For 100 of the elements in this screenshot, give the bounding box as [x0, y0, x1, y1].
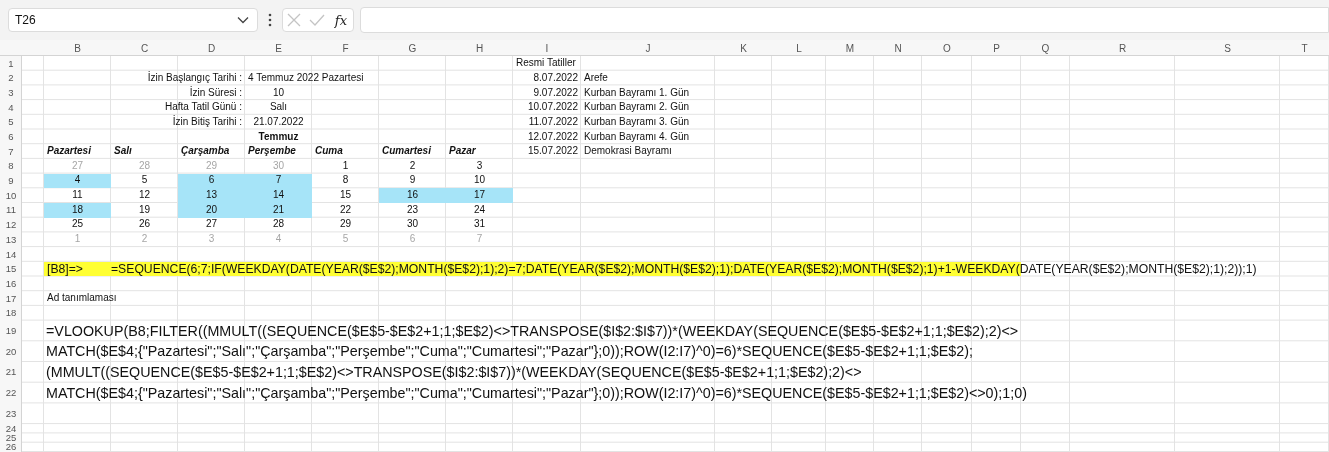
row-header[interactable]: 5	[8, 117, 14, 127]
row-header[interactable]: 20	[5, 346, 17, 357]
field-label: İzin Başlangıç Tarihi :	[147, 73, 242, 84]
column-header[interactable]: N	[894, 42, 902, 54]
row-header[interactable]: 24	[5, 423, 17, 434]
holiday-date: 8.07.2022	[533, 73, 578, 84]
row-header[interactable]: 21	[5, 367, 17, 377]
holiday-name: Kurban Bayramı 1. Gün	[584, 87, 690, 98]
row-header[interactable]: 17	[5, 293, 17, 304]
row-header[interactable]: 11	[6, 205, 16, 215]
holiday-date: 15.07.2022	[527, 146, 578, 157]
row-header[interactable]: 18	[5, 308, 17, 318]
row-header[interactable]: 14	[5, 249, 17, 260]
column-header[interactable]: M	[845, 42, 855, 54]
column-header[interactable]: S	[1224, 42, 1231, 54]
row-header[interactable]: 19	[5, 325, 17, 336]
insert-function-button[interactable]: fx	[332, 12, 349, 28]
calendar-day: 22	[312, 202, 379, 218]
calendar-day: 8	[312, 173, 379, 189]
column-header[interactable]: D	[207, 42, 216, 54]
calendar-day: 30	[379, 217, 446, 233]
calendar-day: 3	[446, 158, 513, 174]
calendar-day: 4	[245, 232, 312, 247]
calendar-day: 7	[446, 232, 513, 247]
row-header[interactable]: 2	[8, 73, 14, 83]
calendar-day: 17	[446, 188, 513, 203]
calendar-day: 5	[312, 232, 379, 247]
weekday-header: Cuma	[314, 146, 343, 157]
row-header[interactable]: 25	[5, 433, 17, 443]
column-header[interactable]: F	[342, 42, 349, 54]
check-icon[interactable]	[308, 14, 325, 26]
row-header[interactable]: 13	[5, 234, 17, 245]
field-value: 21.07.2022	[253, 117, 304, 128]
row-header[interactable]: 10	[5, 190, 17, 201]
row-header[interactable]: 16	[5, 278, 17, 289]
chevron-down-icon	[237, 16, 249, 24]
column-header[interactable]: T	[1301, 42, 1308, 54]
row-header[interactable]: 9	[8, 176, 14, 186]
column-header[interactable]: C	[140, 42, 149, 54]
field-label: İzin Süresi :	[189, 87, 242, 98]
holidays-title: Resmi Tatiller	[516, 58, 576, 69]
row-header[interactable]: 23	[5, 408, 17, 419]
column-header[interactable]: I	[545, 42, 549, 54]
row-header[interactable]: 8	[8, 161, 14, 171]
field-value: 10	[272, 87, 285, 98]
column-header[interactable]: P	[993, 42, 1000, 54]
row-header[interactable]: 22	[5, 388, 17, 398]
column-header[interactable]: R	[1118, 42, 1127, 54]
name-box[interactable]: T26	[8, 8, 258, 32]
row-header[interactable]: 7	[8, 146, 14, 157]
row-header[interactable]: 4	[8, 102, 14, 113]
weekday-header: Pazar	[448, 146, 476, 157]
row-header[interactable]: 26	[5, 442, 17, 452]
calendar-day: 28	[245, 217, 312, 233]
column-header[interactable]: K	[740, 42, 747, 54]
row-header[interactable]: 12	[5, 220, 17, 230]
field-value: Salı	[269, 102, 288, 113]
calendar-day: 15	[312, 188, 379, 203]
more-options-icon[interactable]	[268, 13, 272, 27]
calendar-day: 2	[111, 232, 178, 247]
row-header[interactable]: 1	[8, 58, 14, 69]
column-header[interactable]: G	[408, 42, 417, 54]
calendar-day: 31	[446, 217, 513, 233]
column-header[interactable]: B	[74, 42, 81, 54]
column-header[interactable]: H	[475, 42, 484, 54]
row-header[interactable]: 3	[8, 87, 14, 98]
field-label: İzin Bitiş Tarihi :	[172, 117, 242, 128]
calendar-day: 11	[44, 188, 111, 203]
formula-line: (MMULT((SEQUENCE($E$5-$E$2+1;1;$E$2)<>TRANSPOSE($I$2:$I$7))*(WEEKDAY(SEQUENCE($E$5-$E$2+1;1;$E$2);2)<>	[46, 364, 862, 380]
column-header[interactable]: J	[645, 42, 651, 54]
calendar-day: 13	[178, 188, 245, 203]
month-title: Temmuz	[258, 131, 299, 142]
calendar-day: 29	[312, 217, 379, 233]
holiday-date: 11.07.2022	[528, 117, 578, 128]
weekday-header: Perşembe	[247, 146, 296, 157]
row-header[interactable]: 15	[5, 264, 17, 274]
calendar-day: 26	[111, 217, 178, 233]
column-header[interactable]: O	[943, 42, 951, 54]
column-header[interactable]: Q	[1041, 42, 1050, 54]
formula-line: =VLOOKUP(B8;FILTER((MMULT((SEQUENCE($E$5-$E$2+1;1;$E$2)<>TRANSPOSE($I$2:$I$7))*(WEEKDAY(SEQUENCE($E$5-$E$2+1;1;$E$2);2)<>	[46, 323, 1019, 338]
weekday-header: Pazartesi	[46, 146, 91, 157]
weekday-header: Cumartesi	[381, 146, 431, 157]
calendar-day: 9	[379, 173, 446, 189]
calendar-day: 5	[111, 173, 178, 189]
calendar-day: 27	[178, 217, 245, 233]
column-header[interactable]: L	[796, 42, 802, 54]
calendar-day: 2	[379, 158, 446, 174]
field-value: 4 Temmuz 2022 Pazartesi	[248, 73, 364, 84]
calendar-day: 24	[446, 202, 513, 218]
holiday-name: Arefe	[584, 73, 608, 84]
calendar-day: 14	[245, 188, 312, 203]
column-header[interactable]: E	[275, 42, 282, 54]
holiday-date: 9.07.2022	[533, 87, 578, 98]
row-header[interactable]: 6	[8, 132, 14, 142]
holiday-name: Demokrasi Bayramı	[584, 146, 672, 157]
holiday-name: Kurban Bayramı 3. Gün	[584, 117, 690, 128]
calendar-day: 12	[111, 188, 178, 203]
cancel-icon[interactable]	[286, 13, 301, 27]
holiday-name: Kurban Bayramı 2. Gün	[584, 102, 690, 113]
formula-input[interactable]	[360, 7, 1329, 33]
